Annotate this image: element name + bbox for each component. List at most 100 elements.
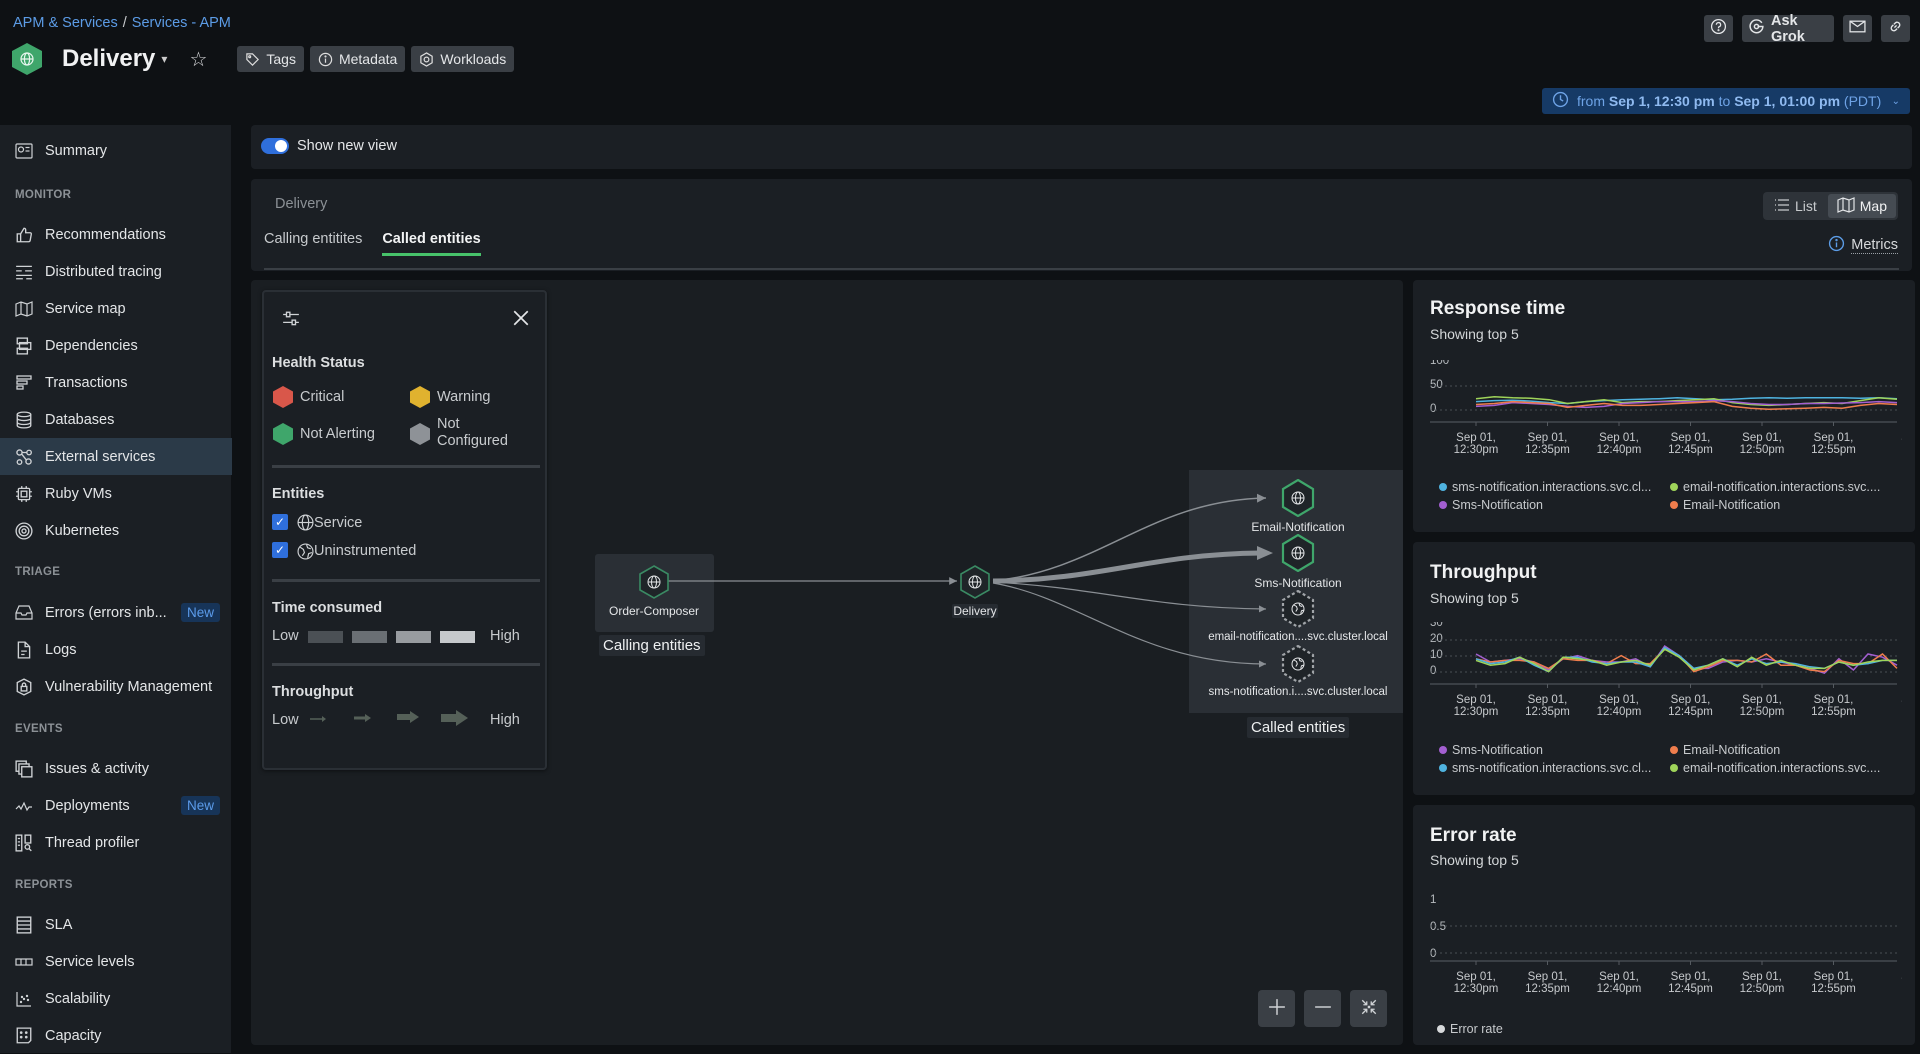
x-tick-label: S: [1901, 432, 1902, 444]
tab-calling-entities[interactable]: Calling entitites: [264, 231, 362, 256]
zoom-out-button[interactable]: [1304, 990, 1341, 1027]
legend-dot: [1439, 764, 1447, 772]
top-bar: APM & Services/Services - APM Delivery ▾…: [0, 0, 1920, 125]
breadcrumb-services-apm[interactable]: Services - APM: [132, 15, 231, 31]
sidebar-item-service-map[interactable]: Service map: [0, 290, 232, 327]
fit-to-screen-button[interactable]: [1350, 990, 1387, 1027]
copy-link-button[interactable]: [1881, 15, 1910, 42]
sidebar-item-capacity[interactable]: Capacity: [0, 1017, 232, 1054]
favorite-star-icon[interactable]: ☆: [189, 47, 207, 72]
y-tick-label: 0: [1430, 403, 1436, 415]
tags-label: Tags: [266, 51, 296, 67]
collapse-arrows-icon: [1360, 998, 1378, 1019]
ask-grok-button[interactable]: Ask Grok: [1742, 15, 1834, 42]
legend-item[interactable]: Email-Notification: [1670, 498, 1780, 512]
response-time-subtitle: Showing top 5: [1430, 326, 1519, 342]
workloads-button[interactable]: Workloads: [411, 46, 514, 72]
x-tick-label: Sep 01,: [1742, 432, 1782, 444]
sidebar-item-summary[interactable]: Summary: [0, 132, 232, 169]
sidebar-item-logs[interactable]: Logs: [0, 631, 232, 668]
sidebar-item-label: Recommendations: [45, 227, 166, 243]
sidebar-item-deployments[interactable]: DeploymentsNew: [0, 787, 232, 824]
show-new-view-toggle[interactable]: [261, 138, 289, 154]
sidebar-item-distributed-tracing[interactable]: Distributed tracing: [0, 253, 232, 290]
legend-label: Email-Notification: [1683, 498, 1780, 512]
response-time-chart[interactable]: 100500Sep 01,12:30pmSep 01,12:35pmSep 01…: [1430, 360, 1902, 460]
sidebar-item-vulnerability-management[interactable]: Vulnerability Management: [0, 668, 232, 705]
zoom-in-button[interactable]: [1258, 990, 1295, 1027]
chevron-down-icon[interactable]: ▾: [161, 52, 167, 66]
sms-notification-node[interactable]: [1281, 534, 1315, 572]
x-tick-label: 12:55pm: [1811, 706, 1856, 718]
x-tick-label: Sep 01,: [1456, 971, 1496, 983]
breadcrumb-apm-services[interactable]: APM & Services: [13, 15, 118, 31]
legend-item[interactable]: email-notification.interactions.svc....: [1670, 761, 1880, 775]
time-from: Sep 1, 12:30 pm: [1609, 93, 1715, 109]
sidebar-item-scalability[interactable]: Scalability: [0, 980, 232, 1017]
thread-profiler-icon: [14, 833, 33, 852]
email-notification-node[interactable]: [1281, 479, 1315, 517]
edge-delivery-sms-arrowhead: [1257, 546, 1273, 560]
legend-item[interactable]: Email-Notification: [1670, 743, 1780, 757]
list-icon: [1774, 198, 1790, 214]
y-tick-label: 100: [1430, 360, 1449, 367]
service-map-canvas[interactable]: Health Status Critical Warning Not Alert…: [251, 280, 1403, 1045]
sms-notification-external-label: sms-notification.i....svc.cluster.local: [1197, 686, 1399, 698]
sidebar-item-kubernetes[interactable]: Kubernetes: [0, 512, 232, 549]
sidebar-item-recommendations[interactable]: Recommendations: [0, 216, 232, 253]
metadata-button[interactable]: Metadata: [310, 46, 405, 72]
legend-item[interactable]: Sms-Notification: [1439, 498, 1543, 512]
email-button[interactable]: [1843, 15, 1872, 42]
time-range-picker[interactable]: from Sep 1, 12:30 pm to Sep 1, 01:00 pm …: [1542, 88, 1910, 114]
email-notification-external-node[interactable]: [1281, 590, 1315, 628]
legend-item[interactable]: sms-notification.interactions.svc.cl...: [1439, 761, 1651, 775]
chip-icon: [14, 484, 33, 503]
legend-item[interactable]: Sms-Notification: [1439, 743, 1543, 757]
legend-item[interactable]: email-notification.interactions.svc....: [1670, 480, 1880, 494]
error-rate-chart[interactable]: 10.50Sep 01,12:30pmSep 01,12:35pmSep 01,…: [1430, 887, 1902, 1005]
external-services-icon: [14, 447, 33, 466]
sidebar-item-service-levels[interactable]: Service levels: [0, 943, 232, 980]
sidebar-item-errors-inbox[interactable]: Errors (errors inb...New: [0, 594, 232, 631]
sidebar-item-label: SLA: [45, 917, 72, 933]
sidebar-item-label: Service levels: [45, 954, 134, 970]
legend-item[interactable]: Error rate: [1437, 1022, 1503, 1036]
sms-notification-external-node[interactable]: [1281, 645, 1315, 683]
x-tick-label: S: [1901, 971, 1902, 983]
list-view-button[interactable]: List: [1765, 194, 1826, 218]
metadata-label: Metadata: [339, 51, 397, 67]
tab-called-entities[interactable]: Called entities: [382, 231, 480, 256]
entities-panel-header: Delivery Calling entitites Called entiti…: [251, 179, 1912, 271]
x-tick-label: Sep 01,: [1742, 694, 1782, 706]
metrics-link[interactable]: Metrics: [1828, 235, 1898, 256]
time-from-label: from: [1577, 93, 1605, 109]
delivery-node-label: Delivery: [952, 604, 998, 618]
x-tick-label: 12:50pm: [1740, 706, 1785, 718]
sidebar-item-transactions[interactable]: Transactions: [0, 364, 232, 401]
sidebar-item-sla[interactable]: SLA: [0, 906, 232, 943]
sidebar-item-thread-profiler[interactable]: Thread profiler: [0, 824, 232, 861]
tags-button[interactable]: Tags: [237, 46, 304, 72]
help-button[interactable]: [1704, 15, 1733, 42]
legend-item[interactable]: sms-notification.interactions.svc.cl...: [1439, 480, 1651, 494]
sidebar-item-issues-activity[interactable]: Issues & activity: [0, 750, 232, 787]
delivery-node[interactable]: [960, 565, 990, 599]
sidebar-item-label: Summary: [45, 143, 107, 159]
map-view-button[interactable]: Map: [1828, 194, 1896, 218]
info-icon: [1828, 235, 1845, 256]
order-composer-node[interactable]: [639, 565, 669, 599]
legend-label: Email-Notification: [1683, 743, 1780, 757]
sidebar-item-databases[interactable]: Databases: [0, 401, 232, 438]
sidebar-item-label: Errors (errors inb...: [45, 605, 167, 621]
sidebar-item-dependencies[interactable]: Dependencies: [0, 327, 232, 364]
x-tick-label: Sep 01,: [1528, 694, 1568, 706]
sidebar-item-label: Kubernetes: [45, 523, 119, 539]
sidebar-item-ruby-vms[interactable]: Ruby VMs: [0, 475, 232, 512]
legend-dot: [1437, 1025, 1445, 1033]
x-tick-label: S: [1901, 694, 1902, 706]
throughput-chart[interactable]: 3020100Sep 01,12:30pmSep 01,12:35pmSep 0…: [1430, 622, 1902, 722]
page-title[interactable]: Delivery: [62, 45, 155, 73]
x-tick-label: Sep 01,: [1599, 694, 1639, 706]
sidebar-item-label: Deployments: [45, 798, 130, 814]
sidebar-item-external-services[interactable]: External services: [0, 438, 232, 475]
